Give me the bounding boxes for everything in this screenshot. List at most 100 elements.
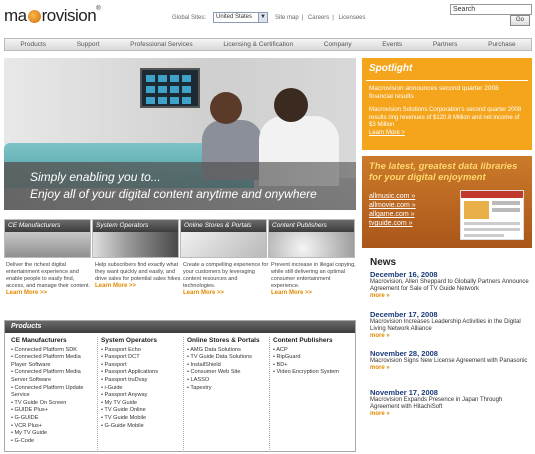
hero-line-2: Enjoy all of your digital content anytim…: [30, 187, 317, 201]
tile-desc-ce: Deliver the richest digital entertainmen…: [6, 262, 94, 297]
utility-links: Site map | Careers | Licensees: [275, 15, 366, 21]
chevron-down-icon: ▼: [258, 13, 267, 22]
allmovie-link[interactable]: allmovie.com »: [369, 201, 416, 210]
product-link[interactable]: • Passport Anyway: [101, 392, 183, 400]
nav-events[interactable]: Events: [378, 41, 406, 48]
product-link[interactable]: • i-Guide: [101, 385, 183, 393]
registered-mark: ®: [96, 6, 101, 12]
global-sites-label: Global Sites:: [172, 15, 207, 21]
news-more-link[interactable]: more »: [370, 411, 530, 417]
nav-partners[interactable]: Partners: [429, 41, 462, 48]
news-headline-link[interactable]: Macrovision, Allen Sheppard to Globally …: [370, 279, 530, 293]
website-screenshot-image: [460, 190, 524, 240]
news-panel: News December 16, 2008 Macrovision, Alle…: [362, 254, 532, 452]
keyboard-icon: [181, 232, 266, 257]
main-nav: Products Support Professional Services L…: [4, 38, 532, 51]
news-more-link[interactable]: more »: [370, 333, 530, 339]
learn-more-link[interactable]: Learn More >>: [6, 290, 94, 297]
product-link[interactable]: • Connected Platform SDK: [11, 347, 97, 355]
product-link[interactable]: • InstallShield: [187, 362, 269, 370]
product-link[interactable]: • Passport DCT: [101, 354, 183, 362]
product-link[interactable]: • Connected Platform Update Service: [11, 385, 97, 400]
global-sites-select[interactable]: United States ▼: [213, 12, 268, 23]
products-title: Products: [5, 321, 355, 333]
product-link[interactable]: • Tapestry: [187, 385, 269, 393]
learn-more-link[interactable]: Learn More >>: [271, 290, 359, 297]
product-link[interactable]: • TV Guide Online: [101, 407, 183, 415]
allgame-link[interactable]: allgame.com »: [369, 210, 416, 219]
product-link[interactable]: • Passport truDvay: [101, 377, 183, 385]
news-title: News: [370, 257, 397, 268]
news-more-link[interactable]: more »: [370, 365, 530, 371]
product-link[interactable]: • Connected Platform Media Server Softwa…: [11, 369, 97, 384]
product-link[interactable]: • G-GUIDE: [11, 415, 97, 423]
tile-content-publishers[interactable]: Content Publishers: [268, 219, 355, 258]
product-link[interactable]: • Consumer Web Site: [187, 369, 269, 377]
spotlight-body: Macrovision Solutions Corporation's seco…: [369, 107, 522, 128]
nav-support[interactable]: Support: [73, 41, 104, 48]
product-link[interactable]: • AMG Data Solutions: [187, 347, 269, 355]
spotlight-box: Spotlight Macrovision announces second q…: [362, 58, 532, 150]
product-link[interactable]: • G-Guide Mobile: [101, 423, 183, 431]
product-link[interactable]: • Connected Platform Media Player Softwa…: [11, 354, 97, 369]
news-date: November 28, 2008: [370, 349, 438, 358]
product-link[interactable]: • RipGuard: [273, 354, 355, 362]
tile-desc-text: Help subscribers find exactly what they …: [95, 262, 182, 282]
product-link[interactable]: • Video Encryption System: [273, 369, 355, 377]
news-item: November 17, 2008 Macrovision Expands Pr…: [370, 388, 530, 417]
learn-more-link[interactable]: Learn More >>: [95, 283, 183, 290]
news-headline-link[interactable]: Macrovision Signs New License Agreement …: [370, 358, 530, 365]
product-link[interactable]: • VCR Plus+: [11, 423, 97, 431]
site-map-link[interactable]: Site map: [275, 15, 299, 21]
news-item: November 28, 2008 Macrovision Signs New …: [370, 349, 530, 371]
product-link[interactable]: • TV Guide On Screen: [11, 400, 97, 408]
tvguide-link[interactable]: tvguide.com »: [369, 219, 416, 228]
product-link[interactable]: • GUIDE Plus+: [11, 407, 97, 415]
data-libraries-box: The latest, greatest data libraries for …: [362, 156, 532, 248]
spotlight-headline: Macrovision announces second quarter 200…: [369, 85, 499, 100]
go-button[interactable]: Go: [510, 15, 530, 26]
cable-connector-icon: [93, 232, 178, 257]
product-link[interactable]: • TV Guide Mobile: [101, 415, 183, 423]
product-link[interactable]: • My TV Guide: [101, 400, 183, 408]
allmusic-link[interactable]: allmusic.com »: [369, 192, 416, 201]
tile-title: CE Manufacturers: [5, 220, 90, 232]
spotlight-learn-more-link[interactable]: Learn More >: [369, 130, 405, 136]
products-col-osp: Online Stores & Portals • AMG Data Solut…: [183, 337, 269, 452]
tile-title: Content Publishers: [269, 220, 354, 232]
product-link[interactable]: • TV Guide Data Solutions: [187, 354, 269, 362]
logo-text-rest: rovision: [41, 6, 97, 25]
hero-tagline: Simply enabling you to... Enjoy all of y…: [30, 170, 317, 201]
tile-online-stores[interactable]: Online Stores & Portals: [180, 219, 267, 258]
libraries-links: allmusic.com » allmovie.com » allgame.co…: [369, 192, 416, 228]
nav-professional-services[interactable]: Professional Services: [126, 41, 197, 48]
news-headline-link[interactable]: Macrovision Expands Presence in Japan Th…: [370, 397, 530, 411]
product-link[interactable]: • LASSO: [187, 377, 269, 385]
nav-products[interactable]: Products: [16, 41, 50, 48]
news-date: November 17, 2008: [370, 388, 438, 397]
news-more-link[interactable]: more »: [370, 293, 530, 299]
tile-ce-manufacturers[interactable]: CE Manufacturers: [4, 219, 91, 258]
product-link[interactable]: • G-Code: [11, 438, 97, 446]
tile-title: System Operators: [93, 220, 178, 232]
nav-purchase[interactable]: Purchase: [484, 41, 519, 48]
product-link[interactable]: • Passport: [101, 362, 183, 370]
learn-more-link[interactable]: Learn More >>: [183, 290, 271, 297]
news-headline-link[interactable]: Macrovision Increases Leadership Activit…: [370, 319, 530, 333]
product-link[interactable]: • Passport Applications: [101, 369, 183, 377]
products-col-cp: Content Publishers • ACP • RipGuard • BD…: [269, 337, 355, 452]
logo[interactable]: ma rovision®: [4, 6, 101, 26]
tile-desc-text: Deliver the richest digital entertainmen…: [6, 262, 91, 289]
product-link[interactable]: • Passport Echo: [101, 347, 183, 355]
search-input[interactable]: Search: [450, 4, 532, 15]
tile-desc-text: Create a compelling experience for your …: [183, 262, 269, 289]
product-link[interactable]: • My TV Guide: [11, 430, 97, 438]
product-link[interactable]: • ACP: [273, 347, 355, 355]
nav-licensing[interactable]: Licensing & Certification: [219, 41, 297, 48]
tile-system-operators[interactable]: System Operators: [92, 219, 179, 258]
product-link[interactable]: • BD+: [273, 362, 355, 370]
column-heading: Content Publishers: [273, 337, 333, 344]
licensees-link[interactable]: Licensees: [339, 15, 366, 21]
careers-link[interactable]: Careers: [308, 15, 329, 21]
nav-company[interactable]: Company: [320, 41, 356, 48]
